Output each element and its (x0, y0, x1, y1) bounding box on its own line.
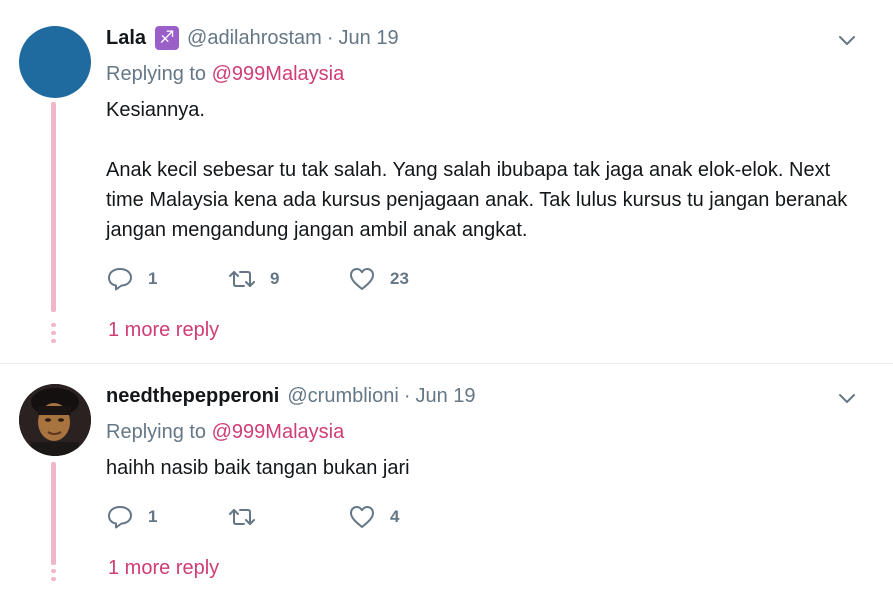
tweet-paragraph: Kesiannya. (106, 99, 205, 121)
username[interactable]: @adilahrostam (187, 27, 322, 50)
thread-dots (51, 561, 56, 585)
reply-count: 1 (148, 507, 158, 526)
tweet-actions: 1 4 (106, 504, 448, 530)
retweet-button[interactable]: 9 (228, 266, 348, 292)
fullname[interactable]: Lala (106, 27, 146, 50)
heart-icon (350, 268, 374, 290)
retweet-icon (229, 271, 255, 287)
mention-link[interactable]: @999Malaysia (212, 421, 345, 443)
tweet-text: Kesiannya. Anak kecil sebesar tu tak sal… (106, 95, 866, 245)
thread-line (51, 102, 56, 312)
tweet-paragraph: Anak kecil sebesar tu tak salah. Yang sa… (106, 159, 848, 241)
sagittarius-icon: ♐ (155, 26, 180, 50)
reply-button[interactable]: 1 (106, 266, 228, 292)
like-button[interactable]: 4 (348, 504, 448, 530)
retweet-icon (229, 509, 255, 525)
avatar-photo (19, 384, 91, 456)
reply-icon (108, 268, 132, 291)
heart-icon (350, 506, 374, 528)
reply-icon (108, 506, 132, 529)
more-replies-link[interactable]: 1 more reply (108, 557, 219, 580)
tweet-header: Lala ♐ @adilahrostam · Jun 19 (106, 25, 399, 51)
more-replies-link[interactable]: 1 more reply (108, 319, 219, 342)
chevron-down-icon[interactable] (837, 388, 857, 408)
like-count: 23 (390, 269, 409, 288)
like-button[interactable]: 23 (348, 266, 448, 292)
separator: · (326, 26, 334, 49)
thread-line (51, 462, 56, 564)
thread-dots (51, 323, 56, 347)
chevron-down-icon[interactable] (837, 30, 857, 50)
replying-to: Replying to @999Malaysia (106, 63, 344, 86)
timestamp[interactable]: Jun 19 (339, 27, 399, 50)
tweet-text: haihh nasib baik tangan bukan jari (106, 453, 866, 483)
separator: · (403, 384, 411, 407)
like-count: 4 (390, 507, 400, 526)
mention-link[interactable]: @999Malaysia (212, 63, 345, 85)
tweet[interactable]: Lala ♐ @adilahrostam · Jun 19 Replying t… (0, 0, 893, 364)
replying-label: Replying to (106, 63, 207, 85)
tweet[interactable]: needthepepperoni @crumblioni · Jun 19 Re… (0, 365, 893, 597)
avatar[interactable] (19, 384, 91, 456)
tweet-actions: 1 9 23 (106, 266, 448, 292)
reply-button[interactable]: 1 (106, 504, 228, 530)
retweet-count: 9 (270, 269, 280, 288)
timestamp[interactable]: Jun 19 (415, 385, 475, 408)
tweet-paragraph: haihh nasib baik tangan bukan jari (106, 457, 410, 479)
retweet-button[interactable] (228, 504, 348, 530)
tweet-header: needthepepperoni @crumblioni · Jun 19 (106, 383, 476, 409)
username[interactable]: @crumblioni (287, 385, 398, 408)
avatar[interactable] (19, 26, 91, 98)
reply-count: 1 (148, 269, 158, 288)
replying-label: Replying to (106, 421, 207, 443)
replying-to: Replying to @999Malaysia (106, 421, 344, 444)
fullname[interactable]: needthepepperoni (106, 385, 279, 408)
